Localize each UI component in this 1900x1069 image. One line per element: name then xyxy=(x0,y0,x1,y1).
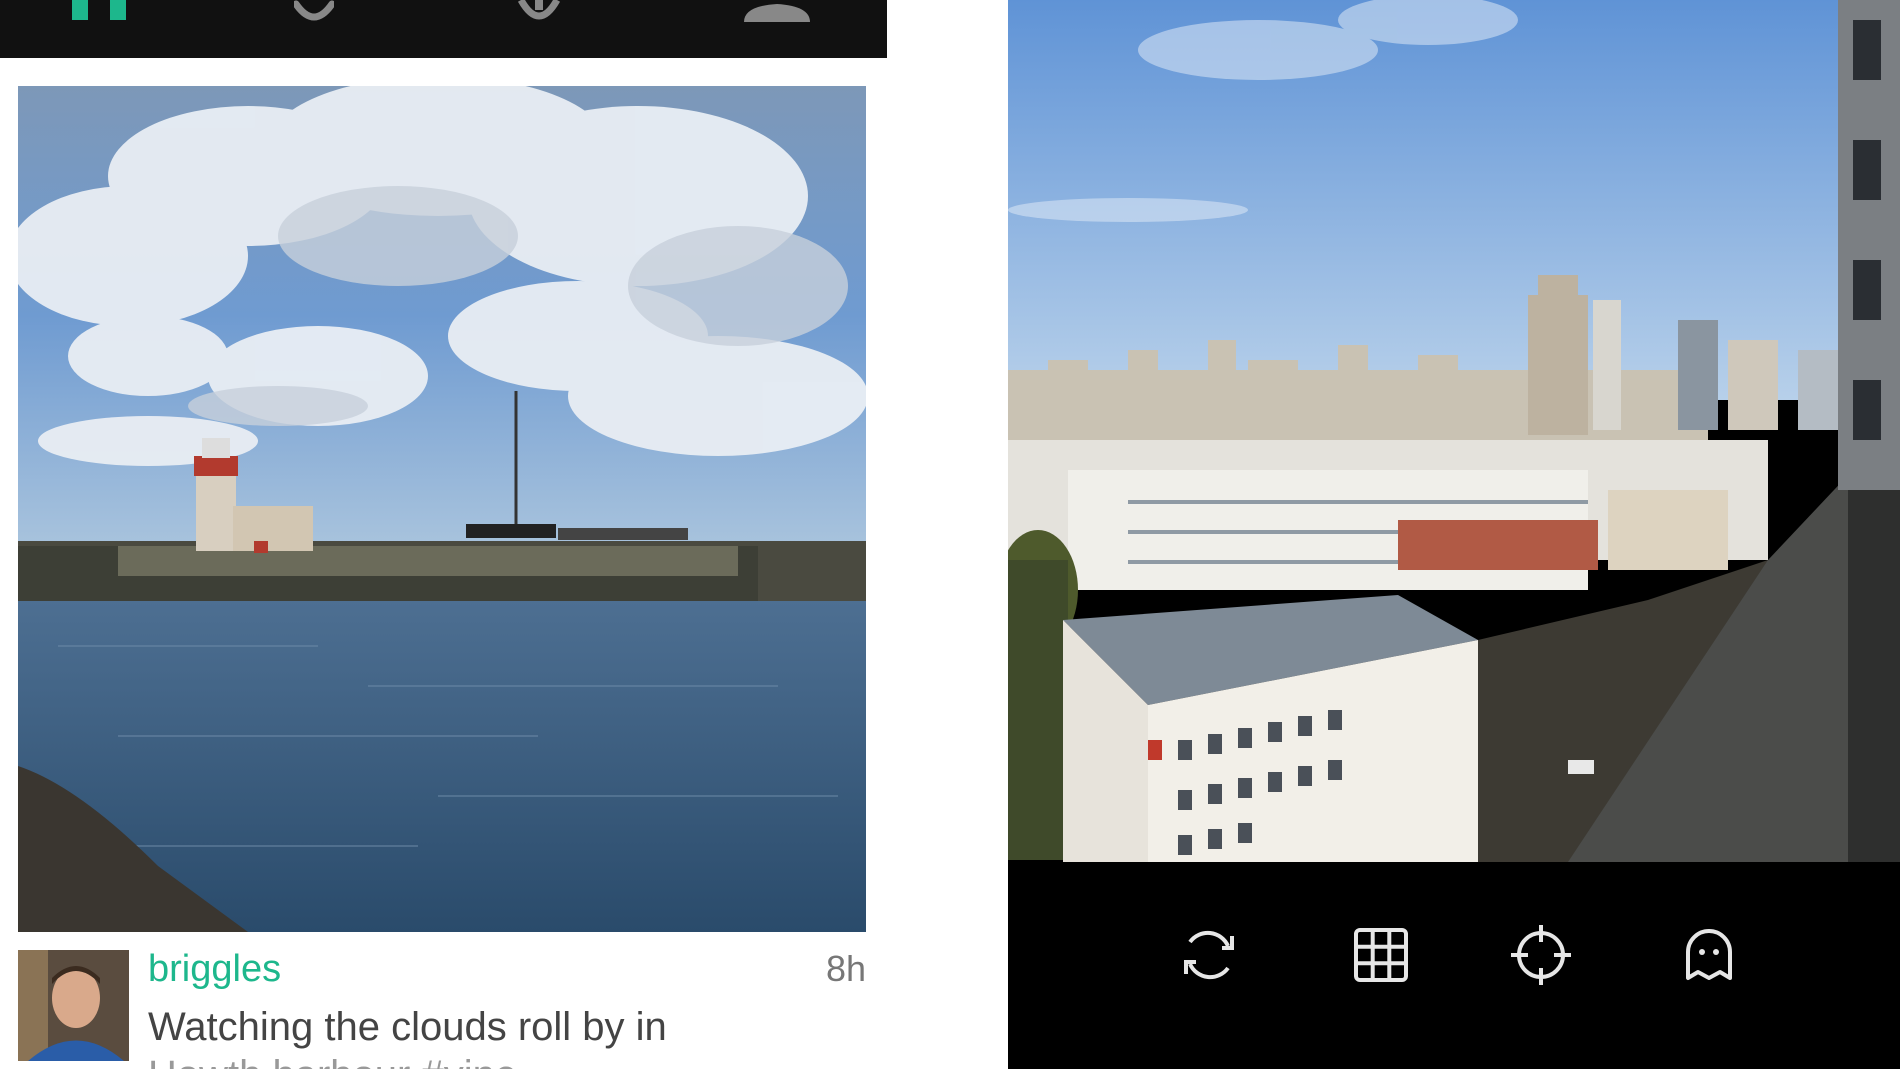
avatar[interactable] xyxy=(18,950,129,1061)
camera-screen xyxy=(1008,0,1900,1069)
camera-toolbar xyxy=(1008,862,1900,1069)
post-caption-continued: Howth harbour #vine xyxy=(148,1050,517,1069)
camera-viewfinder[interactable] xyxy=(1008,0,1900,862)
home-feed-icon[interactable] xyxy=(70,0,144,22)
explore-icon[interactable] xyxy=(517,0,561,22)
feed-screen: briggles 8h Watching the clouds roll by … xyxy=(0,0,887,1069)
profile-icon[interactable] xyxy=(740,0,814,22)
grid-icon[interactable] xyxy=(1348,922,1414,988)
switch-camera-icon[interactable] xyxy=(1176,922,1242,988)
post-username[interactable]: briggles xyxy=(148,946,281,992)
top-nav-bar xyxy=(0,0,887,58)
post-caption: Watching the clouds roll by in xyxy=(148,1005,667,1049)
post-photo[interactable] xyxy=(18,86,866,932)
focus-icon[interactable] xyxy=(1508,922,1574,988)
ghost-icon[interactable] xyxy=(1676,922,1742,988)
popular-icon[interactable] xyxy=(292,0,336,22)
post-footer: briggles 8h Watching the clouds roll by … xyxy=(18,948,866,1069)
post-timestamp: 8h xyxy=(825,948,866,989)
